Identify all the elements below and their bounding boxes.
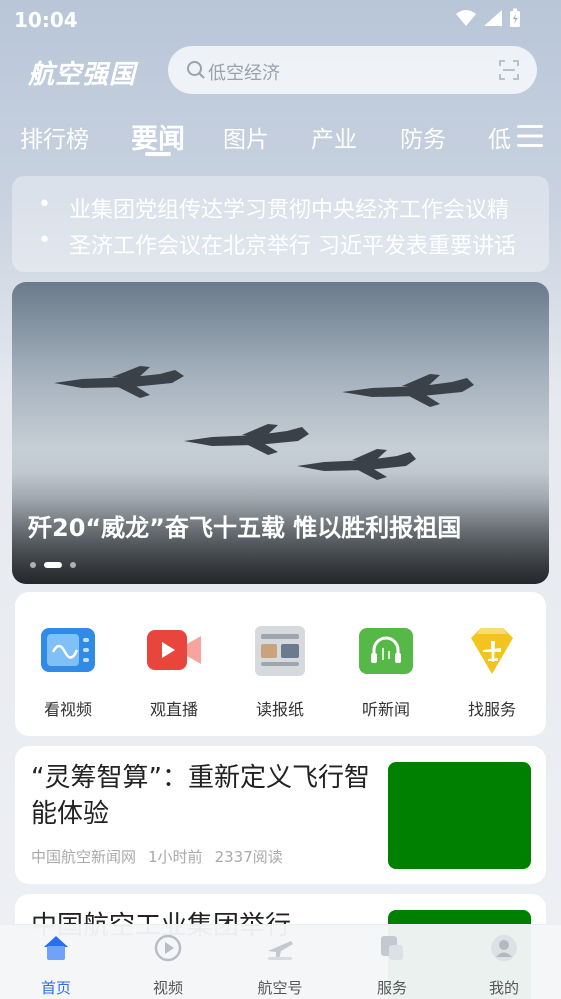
service-icon — [463, 622, 521, 680]
tab-ranking[interactable]: 排行榜 — [20, 120, 89, 154]
nav-video[interactable]: 视频 — [128, 933, 208, 998]
profile-icon — [491, 935, 517, 961]
tab-defense[interactable]: 防务 — [400, 120, 446, 154]
carousel-dots — [30, 562, 76, 568]
nav-label: 首页 — [40, 979, 71, 997]
banner-title: 歼20“威龙”奋飞十五载 惟以胜利报祖国 — [28, 514, 462, 542]
tab-headlines[interactable]: 要闻 — [131, 117, 185, 156]
quick-link-label: 观直播 — [149, 700, 198, 719]
status-bar: 10:04 — [0, 0, 561, 40]
search-bar[interactable]: 低空经济 — [168, 46, 537, 94]
news-title: “灵筹智算”：重新定义飞行智能体验 — [31, 763, 370, 829]
quick-link-label: 找服务 — [467, 700, 516, 719]
channel-tabs: 排行榜 要闻 图片 产业 防务 低 — [0, 112, 561, 162]
tab-low-altitude[interactable]: 低 — [488, 120, 511, 154]
header: 航空强国 低空经济 — [0, 44, 561, 96]
play-icon — [154, 934, 182, 962]
audio-news-icon — [357, 622, 415, 680]
carousel-dot[interactable] — [30, 562, 36, 568]
tab-industry[interactable]: 产业 — [311, 120, 357, 154]
bottom-nav: 首页 视频 航空号 服务 我的 — [0, 924, 561, 999]
carousel-dot-active[interactable] — [44, 562, 62, 568]
news-source: 中国航空新闻网 — [31, 848, 137, 866]
quick-link-label: 看视频 — [43, 700, 92, 719]
live-icon — [145, 622, 203, 680]
quick-links-panel: 看视频 观直播 读报纸 听新闻 找服务 — [15, 592, 546, 736]
quick-link-label: 听新闻 — [361, 700, 410, 719]
status-icons — [455, 8, 521, 28]
status-time: 10:04 — [14, 8, 78, 32]
tab-pictures[interactable]: 图片 — [223, 120, 269, 154]
wifi-icon — [456, 10, 476, 26]
battery-icon — [510, 8, 520, 27]
news-ticker[interactable]: • 业集团党组传达学习贯彻中央经济工作会议精 • 圣济工作会议在北京举行 习近平… — [12, 176, 549, 272]
nav-service[interactable]: 服务 — [352, 933, 432, 998]
quick-link-newspaper[interactable]: 读报纸 — [227, 622, 333, 720]
active-tab-indicator — [145, 152, 171, 156]
newspaper-icon — [251, 622, 309, 680]
nav-label: 服务 — [376, 979, 407, 997]
carousel-dot[interactable] — [70, 562, 76, 568]
search-icon — [187, 61, 205, 79]
news-thumbnail — [388, 762, 531, 869]
news-time: 1小时前 — [148, 848, 203, 866]
bullet: • — [38, 192, 51, 217]
app-logo[interactable]: 航空强国 — [28, 54, 136, 91]
scan-icon[interactable] — [499, 60, 519, 80]
quick-link-service[interactable]: 找服务 — [439, 622, 545, 720]
quick-link-label: 读报纸 — [255, 700, 304, 719]
nav-aviation[interactable]: 航空号 — [240, 933, 320, 998]
plane-icon — [268, 941, 293, 960]
quick-link-watch-video[interactable]: 看视频 — [15, 622, 121, 720]
service-grid-icon — [381, 936, 403, 960]
hero-banner[interactable]: 歼20“威龙”奋飞十五载 惟以胜利报祖国 — [12, 282, 549, 584]
nav-label: 我的 — [488, 979, 519, 997]
nav-profile[interactable]: 我的 — [464, 933, 544, 998]
ticker-text: 业集团党组传达学习贯彻中央经济工作会议精 — [69, 198, 510, 223]
ticker-text: 圣济工作会议在北京举行 习近平发表重要讲话 — [69, 234, 516, 259]
news-reads: 2337阅读 — [214, 848, 283, 866]
search-placeholder: 低空经济 — [208, 63, 280, 84]
nav-home[interactable]: 首页 — [16, 933, 96, 998]
signal-icon — [484, 10, 502, 26]
quick-link-audio-news[interactable]: 听新闻 — [333, 622, 439, 720]
nav-label: 视频 — [152, 979, 183, 997]
nav-label: 航空号 — [257, 979, 303, 997]
home-icon — [44, 936, 68, 960]
menu-icon[interactable] — [517, 124, 543, 148]
video-icon — [39, 622, 97, 680]
news-card[interactable]: “灵筹智算”：重新定义飞行智能体验 中国航空新闻网 1小时前 2337阅读 — [15, 746, 546, 884]
bullet: • — [38, 228, 51, 253]
quick-link-live[interactable]: 观直播 — [121, 622, 227, 720]
news-meta: 中国航空新闻网 1小时前 2337阅读 — [31, 846, 283, 867]
